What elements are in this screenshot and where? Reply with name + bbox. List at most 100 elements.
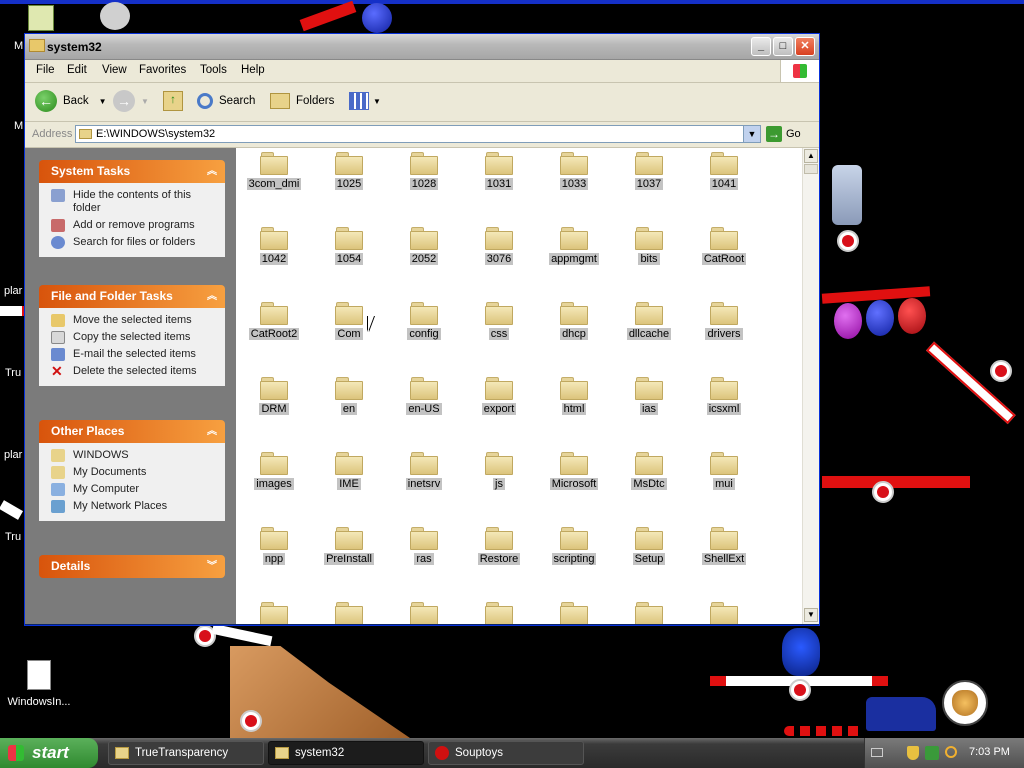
address-dropdown-button[interactable]: ▼ <box>743 125 761 143</box>
folder-item[interactable]: 1033 <box>538 152 610 190</box>
folder-item-partial[interactable] <box>613 602 685 624</box>
task-search-files[interactable]: Search for files or folders <box>39 234 225 251</box>
souptoy-blue-truck[interactable] <box>866 697 936 731</box>
scroll-down-button[interactable]: ▼ <box>804 608 818 622</box>
folder-item[interactable]: ras <box>388 527 460 565</box>
folder-item[interactable]: PreInstall <box>313 527 385 565</box>
folder-item[interactable]: MsDtc <box>613 452 685 490</box>
folder-item[interactable]: drivers <box>688 302 760 340</box>
folder-item[interactable]: DRM <box>238 377 310 415</box>
souptoy-hook[interactable] <box>837 230 859 252</box>
folder-item[interactable]: 1054 <box>313 227 385 265</box>
network-tray-icon[interactable] <box>925 746 939 760</box>
menu-tools[interactable]: Tools <box>200 64 227 76</box>
souptoy-flower[interactable] <box>100 2 130 30</box>
souptoy-hook[interactable] <box>990 360 1012 382</box>
folder-item[interactable]: 3com_dmi <box>238 152 310 190</box>
chevron-down-icon[interactable]: ︾ <box>207 555 217 578</box>
souptoy-balloon-blue[interactable] <box>866 300 894 336</box>
folder-item[interactable]: Setup <box>613 527 685 565</box>
taskbar-button-souptoys[interactable]: Souptoys <box>428 741 584 765</box>
chevron-down-icon[interactable]: ▼ <box>99 97 107 106</box>
task-delete-items[interactable]: ✕ Delete the selected items <box>39 363 225 380</box>
souptoy-ramp[interactable] <box>925 341 1016 425</box>
menu-help[interactable]: Help <box>241 64 265 76</box>
keyboard-icon[interactable] <box>871 748 883 757</box>
folder-item[interactable]: css <box>463 302 535 340</box>
folder-item-partial[interactable] <box>463 602 535 624</box>
folder-item[interactable]: export <box>463 377 535 415</box>
souptoy-red-bar[interactable] <box>299 0 357 32</box>
views-button[interactable]: ▼ <box>349 89 381 113</box>
folders-button[interactable]: Folders <box>270 89 334 113</box>
souptoy-balloon-red[interactable] <box>898 298 926 334</box>
souptoy-red-ball[interactable] <box>362 3 392 33</box>
folder-item[interactable]: IME <box>313 452 385 490</box>
menu-favorites[interactable]: Favorites <box>139 64 186 76</box>
taskbar-button-system32[interactable]: system32 <box>268 741 424 765</box>
task-add-remove-programs[interactable]: Add or remove programs <box>39 217 225 234</box>
folder-item[interactable]: CatRoot2 <box>238 302 310 340</box>
folder-item[interactable]: ShellExt <box>688 527 760 565</box>
folder-item[interactable]: scripting <box>538 527 610 565</box>
close-button[interactable]: ✕ <box>795 37 815 56</box>
menu-file[interactable]: File <box>36 64 55 76</box>
folder-item[interactable]: mui <box>688 452 760 490</box>
folder-item[interactable]: Microsoft <box>538 452 610 490</box>
folder-item[interactable]: icsxml <box>688 377 760 415</box>
folder-item[interactable]: config <box>388 302 460 340</box>
other-places-header[interactable]: Other Places ︽ <box>39 420 225 443</box>
minimize-button[interactable]: _ <box>751 37 771 56</box>
start-button[interactable]: start <box>0 738 98 768</box>
folder-item-partial[interactable] <box>538 602 610 624</box>
place-my-network-places[interactable]: My Network Places <box>39 498 225 515</box>
souptoy-seesaw[interactable] <box>211 623 273 647</box>
chevron-down-icon[interactable]: ▼ <box>373 97 381 106</box>
clock[interactable]: 7:03 PM <box>969 746 1010 758</box>
folder-item[interactable]: 1037 <box>613 152 685 190</box>
security-shield-icon[interactable] <box>907 746 919 760</box>
menu-edit[interactable]: Edit <box>67 64 87 76</box>
search-button[interactable]: Search <box>197 89 255 113</box>
folder-item[interactable]: dllcache <box>613 302 685 340</box>
address-input[interactable]: E:\WINDOWS\system32 <box>75 125 761 143</box>
souptoy-red-shelf-2[interactable] <box>822 476 970 488</box>
desktop-icon-top-left[interactable] <box>28 5 54 31</box>
details-header[interactable]: Details ︾ <box>39 555 225 578</box>
souptoy-hook[interactable] <box>872 481 894 503</box>
up-folder-button[interactable]: ↑ <box>163 89 183 113</box>
folder-item[interactable]: bits <box>613 227 685 265</box>
souptoy-red-balls[interactable] <box>784 726 864 736</box>
chevron-up-icon[interactable]: ︽ <box>207 420 217 443</box>
souptoy-hook[interactable] <box>240 710 262 732</box>
souptoy-blue-bear[interactable] <box>782 628 820 676</box>
place-windows[interactable]: WINDOWS <box>39 447 225 464</box>
explorer-window[interactable]: system32 _ □ ✕ File Edit View Favorites … <box>24 33 820 626</box>
folder-item[interactable]: Restore <box>463 527 535 565</box>
folder-item[interactable]: html <box>538 377 610 415</box>
chevron-up-icon[interactable]: ︽ <box>207 285 217 308</box>
scroll-up-button[interactable]: ▲ <box>804 149 818 163</box>
chevron-up-icon[interactable]: ︽ <box>207 160 217 183</box>
folder-item[interactable]: 1041 <box>688 152 760 190</box>
folder-item[interactable]: npp <box>238 527 310 565</box>
folder-item[interactable]: CatRoot <box>688 227 760 265</box>
folder-item[interactable]: 2052 <box>388 227 460 265</box>
place-my-computer[interactable]: My Computer <box>39 481 225 498</box>
chevron-down-icon[interactable]: ▼ <box>141 97 149 106</box>
souptoy-left-bar-2[interactable] <box>0 500 24 520</box>
folder-item[interactable]: 1028 <box>388 152 460 190</box>
place-my-documents[interactable]: My Documents <box>39 464 225 481</box>
folder-item[interactable]: en <box>313 377 385 415</box>
folder-item-partial[interactable] <box>313 602 385 624</box>
souptoy-balloon-purple[interactable] <box>834 303 862 339</box>
task-move-items[interactable]: Move the selected items <box>39 312 225 329</box>
folder-view[interactable]: 3com_dmi 1025 1028 1031 1033 1037 1041 1042 1054… <box>236 148 806 624</box>
folder-item[interactable]: dhcp <box>538 302 610 340</box>
menu-view[interactable]: View <box>102 64 127 76</box>
taskbar-button-truetransparency[interactable]: TrueTransparency <box>108 741 264 765</box>
folder-item[interactable]: appmgmt <box>538 227 610 265</box>
folder-item[interactable]: 1025 <box>313 152 385 190</box>
back-button[interactable]: ← Back ▼ <box>35 89 107 113</box>
title-bar[interactable]: system32 _ □ ✕ <box>25 34 819 60</box>
